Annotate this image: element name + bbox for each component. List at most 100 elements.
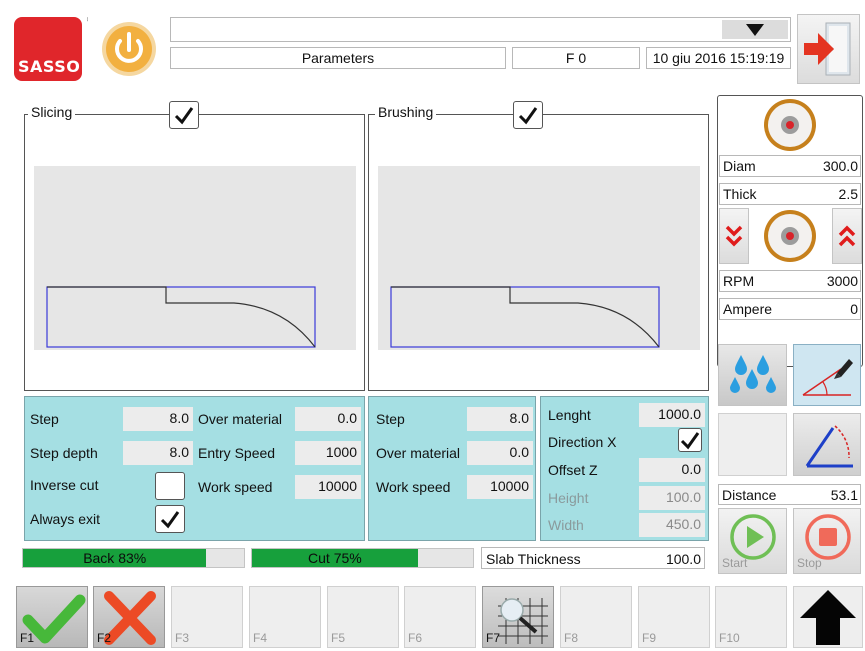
- slicing-checkbox[interactable]: [169, 101, 199, 129]
- power-icon: [102, 22, 156, 76]
- start-button[interactable]: Start: [718, 508, 787, 574]
- checkmark-icon: [160, 511, 180, 529]
- logo-text: SASSO: [18, 57, 81, 76]
- program-dropdown[interactable]: [170, 17, 791, 42]
- offset-z-value[interactable]: 0.0: [639, 458, 705, 482]
- brushing-step-value[interactable]: 8.0: [467, 407, 533, 431]
- step-depth-value[interactable]: 8.0: [123, 441, 193, 465]
- sasso-logo: ® SASSO: [12, 15, 93, 83]
- f5-button[interactable]: F5: [327, 586, 399, 648]
- lenght-value[interactable]: 1000.0: [639, 403, 705, 427]
- diam-value: 300.0: [822, 158, 858, 174]
- start-label: Start: [722, 556, 748, 570]
- page-title: Parameters: [170, 47, 506, 69]
- empty-tool-button[interactable]: [718, 413, 787, 476]
- water-button[interactable]: [718, 344, 787, 406]
- rpm-label: RPM: [723, 273, 755, 289]
- chevron-down-icon: [746, 23, 764, 36]
- inverse-cut-label: Inverse cut: [30, 477, 99, 493]
- up-arrow-button[interactable]: [793, 586, 863, 648]
- double-chevron-up-icon: [838, 225, 856, 247]
- slicing-panel: [24, 114, 365, 391]
- f7-search-grid-button[interactable]: F7: [482, 586, 554, 648]
- step-label: Step: [30, 411, 59, 427]
- f3-label: F3: [175, 631, 190, 645]
- axis-button[interactable]: [793, 413, 861, 476]
- rpm-decrease-button[interactable]: [719, 208, 749, 264]
- rpm-value: 3000: [826, 273, 858, 289]
- brushing-work-speed-value[interactable]: 10000: [467, 475, 533, 499]
- angle-pencil-icon: [802, 359, 853, 396]
- exit-button[interactable]: [797, 14, 860, 84]
- distance-label: Distance: [722, 487, 777, 503]
- cut-progress-label: Cut 75%: [308, 550, 362, 566]
- thick-label: Thick: [723, 186, 757, 202]
- f6-button[interactable]: F6: [404, 586, 476, 648]
- work-speed-value[interactable]: 10000: [295, 475, 361, 499]
- lenght-label: Lenght: [548, 407, 591, 423]
- stop-icon: [805, 514, 851, 560]
- brushing-panel: [368, 114, 709, 391]
- brushing-label: Brushing: [378, 104, 434, 120]
- f9-button[interactable]: F9: [638, 586, 710, 648]
- f5-label: F5: [331, 631, 346, 645]
- checkmark-icon: [174, 107, 194, 125]
- brushing-profile-drawing: [390, 286, 660, 348]
- f2-cancel-button[interactable]: F2: [93, 586, 165, 648]
- f1-label: F1: [20, 631, 35, 645]
- double-chevron-down-icon: [725, 225, 743, 247]
- geometry-params-panel: Lenght 1000.0 Direction X Offset Z 0.0 H…: [540, 396, 709, 541]
- datetime-display: 10 giu 2016 15:19:19: [646, 47, 791, 69]
- step-depth-label: Step depth: [30, 445, 98, 461]
- rpm-increase-button[interactable]: [832, 208, 862, 264]
- f8-label: F8: [564, 631, 579, 645]
- slicing-params-panel: Step 8.0 Step depth 8.0 Inverse cut Alwa…: [24, 396, 365, 541]
- datetime-text: 10 giu 2016 15:19:19: [652, 50, 785, 66]
- play-icon: [730, 514, 776, 560]
- brushing-over-material-value[interactable]: 0.0: [467, 441, 533, 465]
- f4-button[interactable]: F4: [249, 586, 321, 648]
- page-title-text: Parameters: [301, 50, 375, 66]
- offset-z-label: Offset Z: [548, 462, 598, 478]
- stop-button[interactable]: Stop: [793, 508, 861, 574]
- slab-thickness-label: Slab Thickness: [486, 551, 581, 567]
- f9-label: F9: [642, 631, 657, 645]
- thick-value: 2.5: [838, 186, 858, 202]
- brushing-title: Brushing: [375, 104, 437, 120]
- dropdown-arrow-button[interactable]: [722, 20, 788, 39]
- entry-speed-value[interactable]: 1000: [295, 441, 361, 465]
- brushing-step-label: Step: [376, 411, 405, 427]
- exit-door-icon: [804, 22, 851, 76]
- step-value[interactable]: 8.0: [123, 407, 193, 431]
- direction-x-checkbox[interactable]: [678, 428, 702, 452]
- axis-angle-icon: [805, 424, 853, 467]
- always-exit-label: Always exit: [30, 511, 101, 527]
- inverse-cut-checkbox[interactable]: [155, 472, 185, 500]
- slicing-title: Slicing: [28, 104, 76, 120]
- direction-x-label: Direction X: [548, 434, 617, 450]
- thick-field: Thick 2.5: [719, 183, 861, 205]
- slicing-preview: [34, 166, 356, 350]
- slab-thickness-value: 100.0: [665, 551, 701, 567]
- svg-text:®: ®: [86, 16, 88, 24]
- angle-tool-button[interactable]: [793, 344, 861, 406]
- over-material-value[interactable]: 0.0: [295, 407, 361, 431]
- ampere-field: Ampere 0: [719, 298, 861, 320]
- f10-button[interactable]: F10: [715, 586, 787, 648]
- diam-label: Diam: [723, 158, 756, 174]
- rpm-field: RPM 3000: [719, 270, 861, 292]
- distance-value: 53.1: [830, 487, 858, 503]
- f10-label: F10: [719, 631, 740, 645]
- f8-button[interactable]: F8: [560, 586, 632, 648]
- f1-confirm-button[interactable]: F1: [16, 586, 88, 648]
- power-button[interactable]: [100, 20, 158, 78]
- always-exit-checkbox[interactable]: [155, 505, 185, 533]
- program-indicator-text: F 0: [565, 50, 587, 66]
- height-value: 100.0: [639, 486, 705, 510]
- f3-button[interactable]: F3: [171, 586, 243, 648]
- over-material-label: Over material: [198, 411, 283, 427]
- checkmark-icon: [518, 107, 538, 125]
- diam-field: Diam 300.0: [719, 155, 861, 177]
- brushing-checkbox[interactable]: [513, 101, 543, 129]
- height-label: Height: [548, 490, 589, 506]
